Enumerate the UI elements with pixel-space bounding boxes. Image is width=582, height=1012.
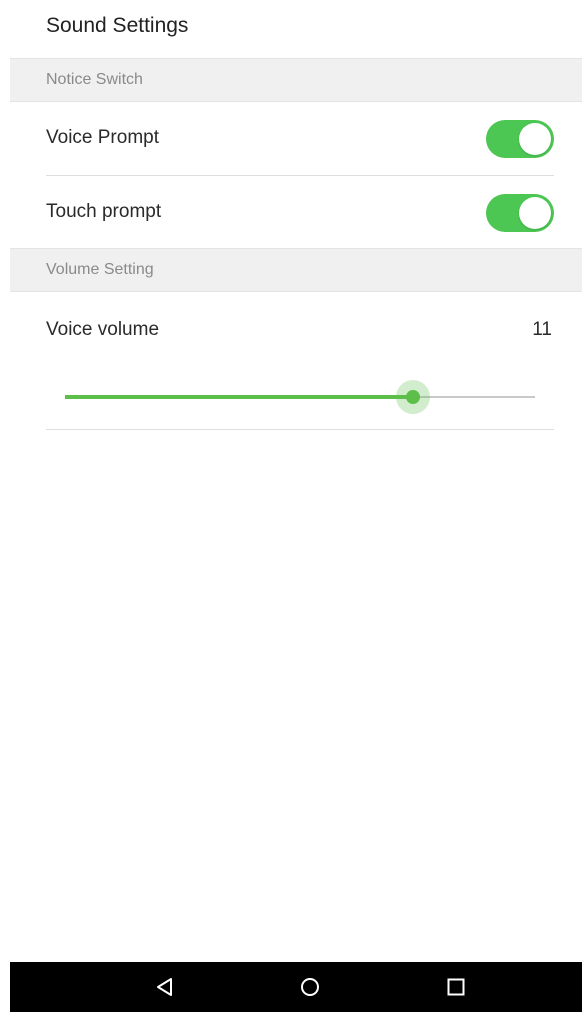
slider-thumb[interactable] bbox=[406, 390, 420, 404]
home-icon bbox=[301, 978, 319, 996]
section-header-label: Volume Setting bbox=[46, 261, 154, 278]
voice-prompt-label: Voice Prompt bbox=[46, 127, 159, 148]
voice-volume-label: Voice volume bbox=[46, 319, 160, 340]
section-header-notice-switch: Notice Switch bbox=[10, 58, 582, 102]
slider-fill bbox=[65, 395, 413, 399]
page-title: Sound Settings bbox=[46, 14, 189, 37]
touch-prompt-row[interactable]: Touch prompt bbox=[46, 176, 554, 248]
system-navigation-bar bbox=[10, 962, 582, 1012]
back-icon bbox=[157, 978, 172, 996]
section-header-volume-setting: Volume Setting bbox=[10, 248, 582, 292]
nav-back-button[interactable] bbox=[135, 962, 195, 1012]
nav-recents-button[interactable] bbox=[426, 962, 486, 1012]
nav-home-button[interactable] bbox=[280, 962, 340, 1012]
voice-prompt-toggle[interactable] bbox=[486, 120, 554, 158]
toggle-knob bbox=[519, 123, 551, 155]
touch-prompt-toggle[interactable] bbox=[486, 194, 554, 232]
toggle-knob bbox=[519, 197, 551, 229]
section-header-label: Notice Switch bbox=[46, 71, 143, 88]
sound-settings-screen: Sound Settings Notice Switch Voice Promp… bbox=[10, 0, 582, 1012]
voice-volume-row: Voice volume 11 bbox=[46, 294, 554, 366]
divider bbox=[46, 429, 554, 430]
voice-prompt-row[interactable]: Voice Prompt bbox=[46, 102, 554, 174]
voice-volume-slider[interactable] bbox=[65, 380, 535, 414]
voice-volume-value: 11 bbox=[532, 319, 552, 340]
recents-icon bbox=[447, 978, 465, 996]
touch-prompt-label: Touch prompt bbox=[46, 201, 162, 222]
